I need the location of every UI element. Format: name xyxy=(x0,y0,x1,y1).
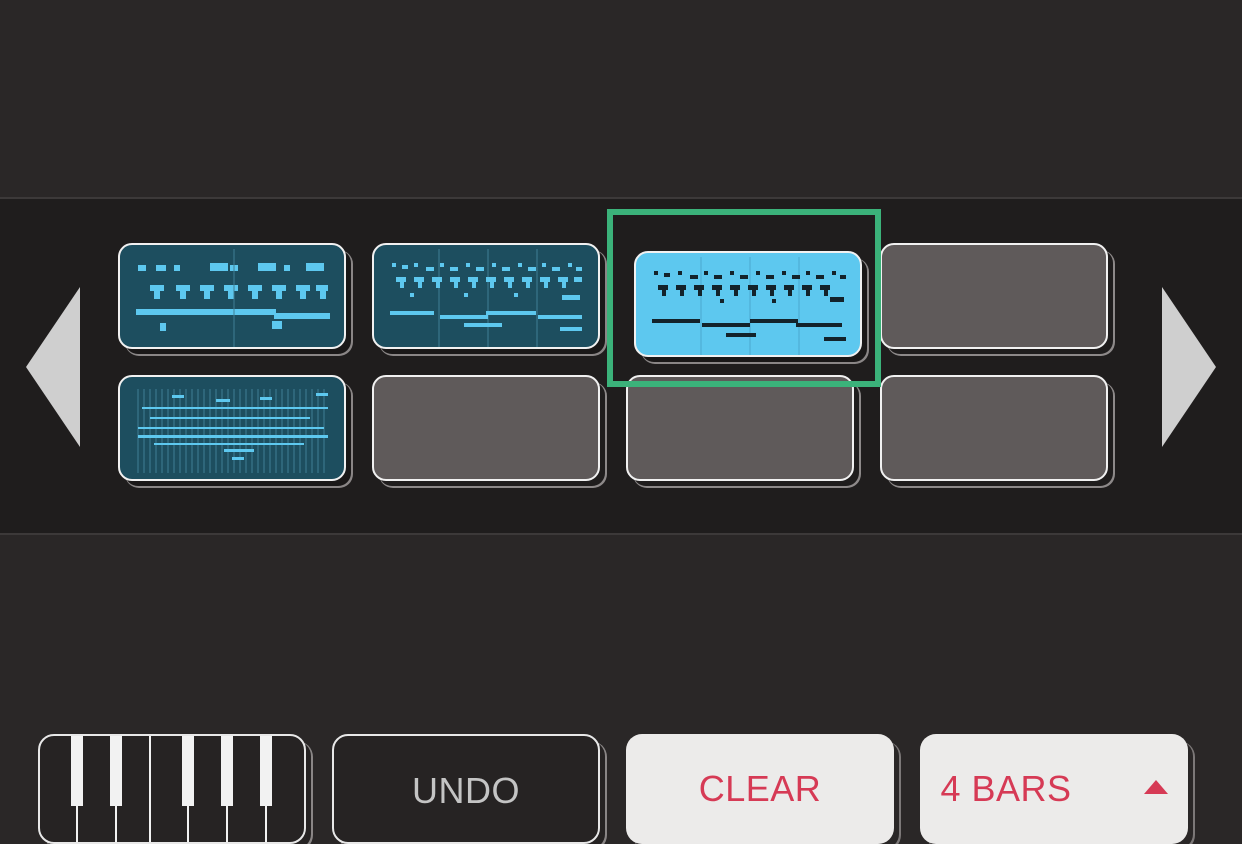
previous-page-button[interactable] xyxy=(26,287,82,447)
note-pattern-thumbnail xyxy=(390,249,582,347)
note-pattern-thumbnail xyxy=(652,257,846,355)
piano-keys-icon xyxy=(71,736,272,842)
note-pattern-thumbnail xyxy=(136,249,330,347)
pattern-pad-4[interactable] xyxy=(880,243,1108,349)
triangle-right-icon xyxy=(1162,287,1216,447)
undo-label: UNDO xyxy=(412,770,520,811)
note-pattern-thumbnail xyxy=(137,389,328,473)
clear-label: CLEAR xyxy=(698,768,822,809)
pattern-pad-2[interactable] xyxy=(372,243,600,349)
pattern-pad-1[interactable] xyxy=(118,243,346,349)
caret-up-icon xyxy=(1143,780,1168,794)
next-page-button[interactable] xyxy=(1162,287,1218,447)
bars-label: 4 BARS xyxy=(940,768,1072,809)
triangle-left-icon xyxy=(26,287,80,447)
bars-length-button[interactable]: 4 BARS xyxy=(920,734,1188,844)
pattern-pad-6[interactable] xyxy=(372,375,600,481)
clear-button[interactable]: CLEAR xyxy=(626,734,894,844)
undo-button[interactable]: UNDO xyxy=(332,734,600,844)
pattern-pad-8[interactable] xyxy=(880,375,1108,481)
keyboard-button[interactable] xyxy=(38,734,306,844)
pattern-pad-3[interactable] xyxy=(634,251,862,357)
pattern-pad-5[interactable] xyxy=(118,375,346,481)
pattern-pad-7[interactable] xyxy=(626,375,854,481)
